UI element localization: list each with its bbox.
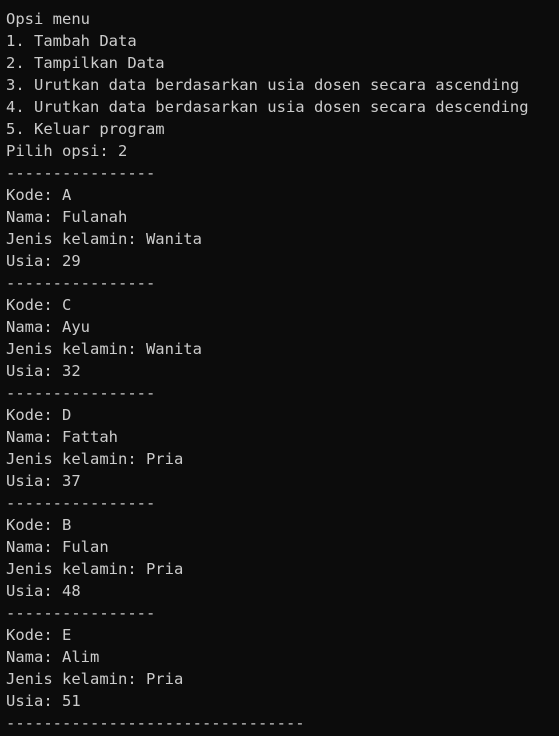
end-separator: --------------------------------	[6, 714, 305, 732]
menu-option-1: 1. Tambah Data	[6, 32, 137, 50]
record-jenis-kelamin: Jenis kelamin: Pria	[6, 560, 184, 578]
menu-option-4: 4. Urutkan data berdasarkan usia dosen s…	[6, 98, 529, 116]
record-nama: Nama: Fattah	[6, 428, 118, 446]
menu-option-2: 2. Tampilkan Data	[6, 54, 165, 72]
record-kode: Kode: E	[6, 626, 72, 644]
record-jenis-kelamin: Jenis kelamin: Wanita	[6, 230, 202, 248]
record-usia: Usia: 32	[6, 362, 81, 380]
record-usia: Usia: 51	[6, 692, 81, 710]
separator: ----------------	[6, 274, 156, 292]
record-nama: Nama: Ayu	[6, 318, 90, 336]
menu-option-5: 5. Keluar program	[6, 120, 165, 138]
option-prompt: Pilih opsi: 2	[6, 142, 128, 160]
record-kode: Kode: C	[6, 296, 72, 314]
record-nama: Nama: Fulan	[6, 538, 109, 556]
menu-title: Opsi menu	[6, 10, 90, 28]
separator: ----------------	[6, 604, 156, 622]
record-usia: Usia: 37	[6, 472, 81, 490]
record-nama: Nama: Fulanah	[6, 208, 128, 226]
menu-option-3: 3. Urutkan data berdasarkan usia dosen s…	[6, 76, 520, 94]
record-usia: Usia: 48	[6, 582, 81, 600]
record-nama: Nama: Alim	[6, 648, 100, 666]
separator: ----------------	[6, 164, 156, 182]
separator: ----------------	[6, 494, 156, 512]
terminal-window[interactable]: Opsi menu 1. Tambah Data 2. Tampilkan Da…	[0, 0, 559, 736]
record-kode: Kode: D	[6, 406, 72, 424]
record-kode: Kode: B	[6, 516, 72, 534]
record-kode: Kode: A	[6, 186, 72, 204]
record-jenis-kelamin: Jenis kelamin: Pria	[6, 670, 184, 688]
record-jenis-kelamin: Jenis kelamin: Pria	[6, 450, 184, 468]
record-usia: Usia: 29	[6, 252, 81, 270]
record-jenis-kelamin: Jenis kelamin: Wanita	[6, 340, 202, 358]
separator: ----------------	[6, 384, 156, 402]
